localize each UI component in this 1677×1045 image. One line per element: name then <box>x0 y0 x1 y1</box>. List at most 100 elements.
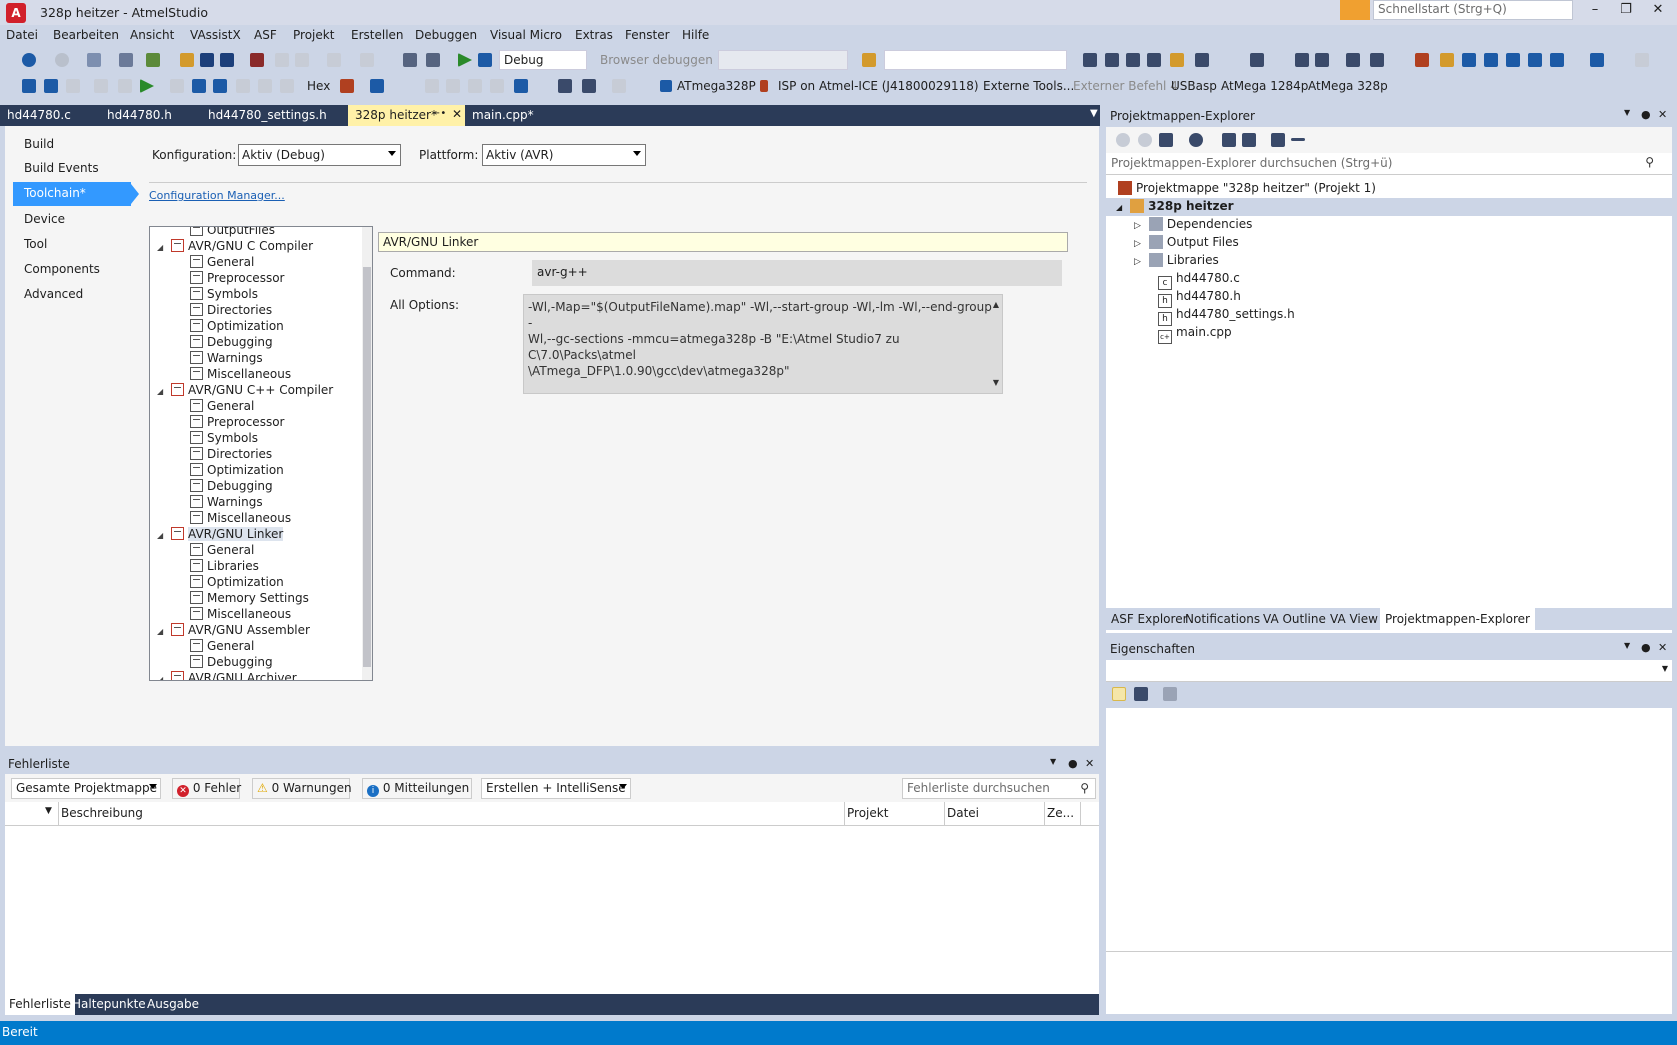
dependencies-node[interactable]: ▷ Dependencies <box>1134 217 1252 235</box>
dropdown-icon[interactable]: ▼ <box>1050 757 1056 766</box>
collapse-arrow-icon[interactable]: ◢ <box>157 387 167 396</box>
pause-icon[interactable] <box>118 79 132 93</box>
solution-node[interactable]: Projektmappe "328p heitzer" (Projekt 1) <box>1118 181 1376 199</box>
file-hd44780-settings[interactable]: h hd44780_settings.h <box>1158 307 1295 326</box>
tree-group[interactable]: ◢ AVR/GNU C Compiler <box>157 239 313 255</box>
stop-icon[interactable] <box>66 79 80 93</box>
tree-item[interactable]: OutputFiles <box>190 227 275 239</box>
menu-erstellen[interactable]: Erstellen <box>351 28 404 42</box>
scroll-up-icon[interactable]: ▲ <box>993 297 999 313</box>
restore-button[interactable]: ❐ <box>1611 1 1641 21</box>
forward-icon[interactable] <box>55 53 69 67</box>
nav-build[interactable]: Build <box>24 137 54 151</box>
file-main-cpp[interactable]: c+ main.cpp <box>1158 325 1232 344</box>
dropdown-icon[interactable]: ▼ <box>1624 108 1630 117</box>
file-hd44780-h[interactable]: h hd44780.h <box>1158 289 1241 308</box>
properties-object-select[interactable]: ▼ <box>1106 660 1672 682</box>
tree-group[interactable]: ◢ AVR/GNU Assembler <box>157 623 310 639</box>
tree-group[interactable]: ◢ AVR/GNU Linker <box>157 527 284 543</box>
open-file-icon[interactable] <box>180 53 194 67</box>
step-into-icon[interactable] <box>192 79 206 93</box>
scope-select[interactable]: Gesamte Projektmappe <box>11 778 161 799</box>
asf-wizard-icon[interactable] <box>250 53 264 67</box>
tab-solution-explorer[interactable]: Projektmappen-Explorer <box>1380 608 1535 630</box>
find-icon[interactable] <box>426 53 440 67</box>
atmega1284-button[interactable]: AtMega 1284p <box>1221 79 1308 93</box>
pin-icon[interactable]: ● <box>1068 757 1078 770</box>
libraries-node[interactable]: ▷ Libraries <box>1134 253 1219 271</box>
tree-group[interactable]: ◢ AVR/GNU Archiver <box>157 671 297 680</box>
dropdown-icon[interactable]: ▼ <box>1662 664 1668 673</box>
tree-item[interactable]: Debugging <box>190 479 273 495</box>
break-all-icon[interactable] <box>170 79 184 93</box>
va-find-icon[interactable] <box>1462 53 1476 67</box>
tab-close-icon[interactable]: ✕ <box>452 107 462 121</box>
window-icon[interactable] <box>1195 53 1209 67</box>
tab-haltepunkte[interactable]: Haltepunkte <box>68 994 150 1015</box>
panel-close-icon[interactable]: ✕ <box>1658 641 1667 654</box>
va-outline-icon[interactable] <box>1590 53 1604 67</box>
nav-build-events[interactable]: Build Events <box>24 161 99 175</box>
tree-item[interactable]: Optimization <box>190 463 284 479</box>
new-project-icon[interactable] <box>87 53 101 67</box>
tab-overflow-icon[interactable]: ▼ <box>1083 105 1105 126</box>
platform-select[interactable] <box>718 50 848 70</box>
nav-advanced[interactable]: Advanced <box>24 287 83 301</box>
undo-icon[interactable] <box>327 53 341 67</box>
close-button[interactable]: ✕ <box>1643 1 1673 21</box>
options-icon[interactable] <box>1126 53 1140 67</box>
scroll-down-icon[interactable]: ▼ <box>993 375 999 391</box>
configuration-manager-link[interactable]: Configuration Manager... <box>149 189 285 202</box>
tab-fehlerliste[interactable]: Fehlerliste <box>5 994 75 1015</box>
windows-dropdown-icon[interactable] <box>370 79 384 93</box>
pin-icon[interactable]: ● <box>1641 108 1651 121</box>
debug-file-icon[interactable] <box>44 79 58 93</box>
menu-hilfe[interactable]: Hilfe <box>682 28 709 42</box>
tree-item[interactable]: Symbols <box>190 287 258 303</box>
nav-tool[interactable]: Tool <box>24 237 47 251</box>
tree-item[interactable]: Preprocessor <box>190 271 284 287</box>
expand-arrow-icon[interactable]: ▷ <box>1134 221 1141 231</box>
command-field[interactable]: avr-g++ <box>532 260 1062 286</box>
column-file[interactable]: Datei <box>947 806 979 820</box>
all-options-field[interactable]: -Wl,-Map="$(OutputFileName).map" -Wl,--s… <box>523 294 1003 394</box>
tree-item[interactable]: Memory Settings <box>190 591 309 607</box>
tree-item[interactable]: Miscellaneous <box>190 607 291 623</box>
tab-va-view[interactable]: VA View <box>1325 608 1383 630</box>
tree-item[interactable]: Miscellaneous <box>190 511 291 527</box>
tree-scrollbar[interactable] <box>362 227 372 680</box>
save-icon[interactable] <box>200 53 214 67</box>
collapse-icon[interactable] <box>1222 133 1236 147</box>
pin-icon[interactable]: −• <box>432 108 446 119</box>
messages-filter-button[interactable]: i 0 Mitteilungen <box>362 778 472 799</box>
solution-search-input[interactable]: Projektmappen-Explorer durchsuchen (Strg… <box>1106 153 1672 175</box>
device-label[interactable]: ATmega328P <box>677 79 756 93</box>
expand-arrow-icon[interactable]: ▷ <box>1134 257 1141 267</box>
va-refactor-icon[interactable] <box>1550 53 1564 67</box>
run-to-cursor-icon[interactable] <box>258 79 272 93</box>
minus-icon[interactable] <box>1291 138 1305 141</box>
menu-asf[interactable]: ASF <box>254 28 277 42</box>
menu-datei[interactable]: Datei <box>6 28 38 42</box>
tree-item[interactable]: Libraries <box>190 559 259 575</box>
step-over-icon[interactable] <box>213 79 227 93</box>
va-open-icon[interactable] <box>1440 53 1454 67</box>
tree-item[interactable]: Directories <box>190 303 272 319</box>
tree-item[interactable]: General <box>190 639 254 655</box>
collapse-arrow-icon[interactable]: ◢ <box>1116 203 1122 212</box>
processor-icon[interactable] <box>514 79 528 93</box>
step-out-icon[interactable] <box>236 79 250 93</box>
tree-item[interactable]: Debugging <box>190 335 273 351</box>
forward-icon[interactable] <box>1138 133 1152 147</box>
tree-item[interactable]: General <box>190 255 254 271</box>
warnings-filter-button[interactable]: ⚠ 0 Warnungen <box>252 778 352 799</box>
sort-icon[interactable]: ▼ <box>45 806 52 816</box>
registers-icon[interactable] <box>446 79 460 93</box>
find-combo[interactable] <box>884 50 1067 70</box>
solution-explorer-icon[interactable] <box>403 53 417 67</box>
alphabetical-icon[interactable] <box>1134 687 1148 701</box>
collapse-arrow-icon[interactable]: ◢ <box>157 243 167 252</box>
copy-icon[interactable] <box>295 53 309 67</box>
project-node[interactable]: ◢ 328p heitzer <box>1116 199 1234 217</box>
error-search-input[interactable]: Fehlerliste durchsuchen ⚲ <box>902 778 1096 799</box>
